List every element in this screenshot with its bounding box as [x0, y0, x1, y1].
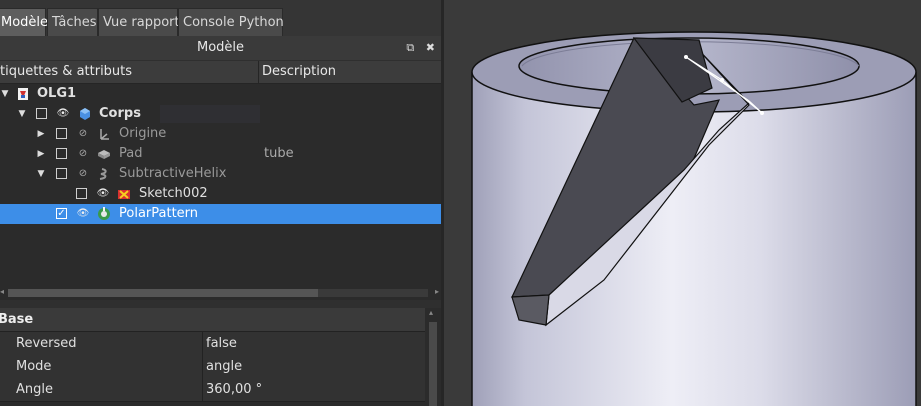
collapse-arrow-icon[interactable]: ▼: [17, 104, 27, 124]
property-value[interactable]: angle: [206, 355, 242, 378]
property-editor: Base Reversed false Mode angle Angle 360…: [0, 308, 441, 406]
property-group-label: Base: [0, 312, 34, 327]
property-value[interactable]: false: [206, 332, 237, 355]
visibility-checkbox[interactable]: [56, 128, 67, 139]
tree-item-pad[interactable]: ▶ ⊘ Pad tube: [0, 144, 441, 164]
panel-title: Modèle: [196, 40, 245, 55]
body-icon: [80, 108, 90, 120]
tab-model[interactable]: Modèle: [0, 8, 48, 36]
eye-hidden-icon[interactable]: ⊘: [76, 164, 90, 184]
scroll-up-icon[interactable]: ▴: [429, 308, 433, 317]
tab-tasks[interactable]: Tâches: [47, 8, 98, 36]
sketch-vertex[interactable]: [760, 111, 764, 115]
property-row-mode[interactable]: Mode angle: [0, 355, 425, 379]
combo-view-panel: Modèle Tâches Vue rapport Console Python…: [0, 0, 441, 406]
tree-item-sketch002[interactable]: 👁 Sketch002: [0, 184, 441, 204]
visibility-checkbox[interactable]: [76, 188, 87, 199]
sketch-icon: [118, 190, 130, 199]
visibility-checkbox[interactable]: [56, 168, 67, 179]
property-name: Angle: [16, 382, 53, 397]
scroll-right-icon[interactable]: ▸: [435, 287, 439, 296]
tree-item-label: Corps: [99, 106, 141, 121]
tree-item-label: PolarPattern: [119, 206, 199, 221]
collapse-arrow-icon[interactable]: ▼: [36, 164, 46, 184]
tree-item-label: Sketch002: [139, 186, 208, 201]
property-value[interactable]: 360,00 °: [206, 378, 262, 401]
3d-viewport[interactable]: [444, 0, 921, 406]
property-row-angle[interactable]: Angle 360,00 °: [0, 378, 425, 402]
visibility-checkbox-checked[interactable]: ✓: [56, 208, 67, 219]
column-header-labels[interactable]: tiquettes & attributs: [0, 61, 259, 83]
sketch-vertex[interactable]: [684, 55, 688, 59]
sketch-vertex[interactable]: [720, 78, 724, 82]
scrollbar-thumb[interactable]: [429, 322, 437, 406]
tree-item-label: SubtractiveHelix: [119, 166, 227, 181]
scroll-left-icon[interactable]: ◂: [0, 287, 4, 296]
tree-item-olg1[interactable]: ▼ OLG1: [0, 84, 441, 104]
property-row-reversed[interactable]: Reversed false: [0, 332, 425, 356]
origin-icon: [100, 129, 109, 140]
pad-icon: [98, 150, 110, 159]
helix-icon: [99, 168, 107, 180]
eye-hidden-icon[interactable]: ⊘: [76, 144, 90, 164]
eye-icon[interactable]: 👁: [76, 204, 90, 224]
tab-bar: Modèle Tâches Vue rapport Console Python: [0, 0, 441, 36]
tree-header: tiquettes & attributs Description: [0, 61, 441, 84]
tab-python-console[interactable]: Console Python: [178, 8, 284, 36]
model-tree: ▼ OLG1 ▼ 👁 Corps ▶ ⊘ Origine ▶ ⊘ Pad tub…: [0, 84, 441, 286]
tree-item-label: Origine: [119, 126, 167, 141]
column-header-description[interactable]: Description: [262, 61, 336, 83]
expand-arrow-icon[interactable]: ▶: [36, 144, 46, 164]
tree-item-description: tube: [264, 146, 294, 161]
panel-title-bar: Modèle ⧉ ✖: [0, 36, 441, 60]
tree-item-origine[interactable]: ▶ ⊘ Origine: [0, 124, 441, 144]
tree-horizontal-scrollbar[interactable]: ◂ ▸: [0, 286, 441, 300]
property-group-base[interactable]: Base: [0, 308, 425, 332]
tree-item-label: Pad: [119, 146, 143, 161]
visibility-checkbox[interactable]: [36, 108, 47, 119]
property-vertical-scrollbar[interactable]: ▴: [426, 308, 441, 406]
tree-item-label: OLG1: [37, 86, 77, 101]
expand-arrow-icon[interactable]: ▶: [36, 124, 46, 144]
document-icon: [18, 88, 28, 100]
tree-item-corps[interactable]: ▼ 👁 Corps: [0, 104, 441, 124]
float-icon[interactable]: ⧉: [406, 41, 414, 54]
eye-icon[interactable]: 👁: [96, 184, 110, 204]
tube-model[interactable]: [444, 0, 921, 406]
tree-item-polarpattern[interactable]: ✓ 👁 PolarPattern: [0, 204, 441, 224]
property-name: Reversed: [16, 336, 77, 351]
eye-hidden-icon[interactable]: ⊘: [76, 124, 90, 144]
polar-pattern-icon: [98, 207, 110, 220]
property-name: Mode: [16, 359, 52, 374]
collapse-arrow-icon[interactable]: ▼: [0, 84, 10, 104]
eye-icon[interactable]: 👁: [56, 104, 70, 124]
scrollbar-thumb[interactable]: [8, 289, 318, 297]
tree-item-subtractivehelix[interactable]: ▼ ⊘ SubtractiveHelix: [0, 164, 441, 184]
close-icon[interactable]: ✖: [426, 41, 435, 54]
tab-report-view[interactable]: Vue rapport: [98, 8, 180, 36]
visibility-checkbox[interactable]: [56, 148, 67, 159]
